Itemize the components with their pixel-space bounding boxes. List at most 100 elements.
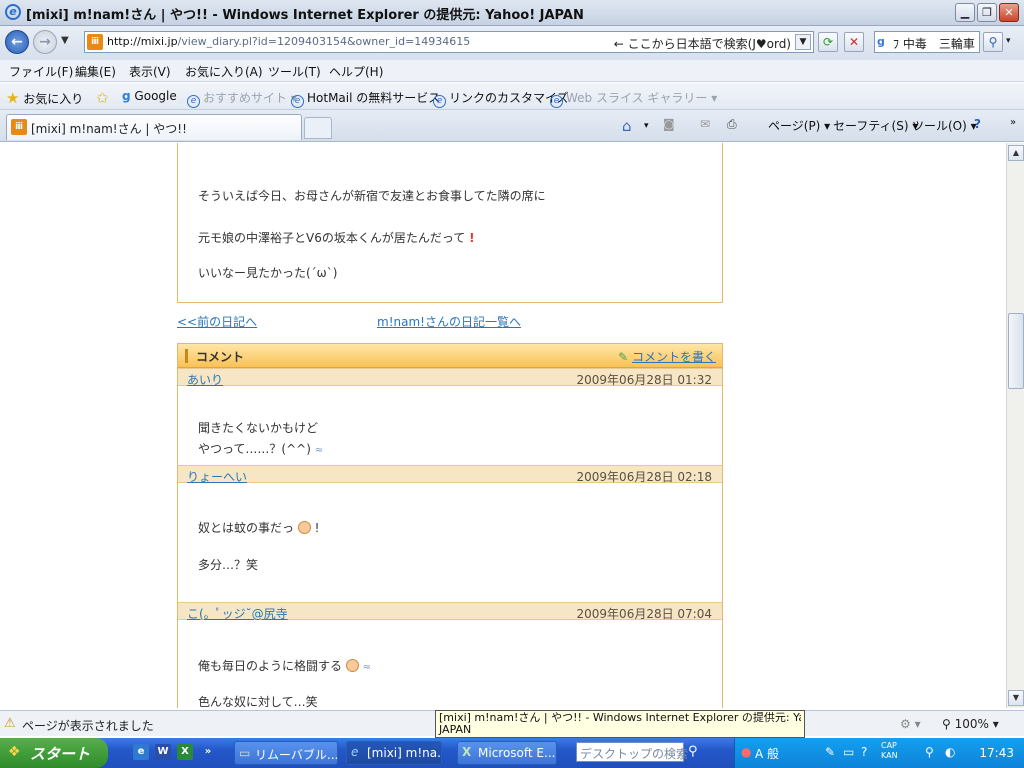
fav-webslice-label: Web スライス ギャラリー ▾ [566,91,718,105]
menu-edit[interactable]: 編集(E) [75,63,116,80]
new-tab-button[interactable] [304,117,332,139]
scroll-down-arrow-icon[interactable]: ▼ [1008,690,1024,706]
google-icon: g [877,35,885,48]
comment-header: りょーへい 2009年06月28日 02:18 [178,465,722,485]
taskbar-button-label: Microsoft E... [478,746,556,760]
header-accent-bar [185,349,188,363]
fav-google-label: Google [134,89,177,103]
status-text: ページが表示されました [22,719,154,733]
scroll-thumb[interactable] [1008,313,1024,389]
comments-header: コメント ✎ コメントを書く [178,344,722,368]
commenter-name-link[interactable]: こ(。ﾟッジ˘@尻寺 [187,605,288,622]
more-commands-icon[interactable]: » [1010,117,1016,128]
window-title-bar[interactable]: e [mixi] m!nam!さん | やつ!! - Windows Inter… [0,0,1024,26]
network-icon[interactable]: ⚲ [925,745,934,759]
comment-header: こ(。ﾟッジ˘@尻寺 2009年06月28日 07:04 [178,602,722,622]
address-url: http://mixi.jp/view_diary.pl?id=12094031… [107,35,471,48]
minimize-button[interactable]: ▁ [955,3,975,22]
scroll-up-arrow-icon[interactable]: ▲ [1008,145,1024,161]
safety-menu[interactable]: セーフティ(S) ▾ [833,117,918,134]
drive-icon: ▭ [239,746,251,760]
ie-page-icon: e [187,95,200,108]
fav-customize-links[interactable]: e リンクのカスタマイズ [433,89,569,108]
menu-help[interactable]: ヘルプ(H) [329,63,383,80]
diary-list-link[interactable]: m!nam!さんの日記一覧へ [377,313,521,330]
vertical-scrollbar[interactable]: ▲ ▼ [1006,143,1024,708]
ie-page-icon: e [550,95,563,108]
tab-label: [mixi] m!nam!さん | やつ!! [31,122,187,136]
ime-icon[interactable]: ● [741,745,751,759]
taskbar-button-excel[interactable]: X Microsoft E... [457,741,557,765]
write-comment-label: コメントを書く [631,350,716,364]
window-title: [mixi] m!nam!さん | やつ!! - Windows Interne… [26,8,584,23]
fav-web-slice-gallery[interactable]: e Web スライス ギャラリー ▾ [550,89,717,108]
menu-tools[interactable]: ツール(T) [268,63,321,80]
menu-file[interactable]: ファイル(F) [9,63,73,80]
search-options-dropdown[interactable]: ▾ [1006,36,1011,46]
prev-diary-link[interactable]: <<前の日記へ [177,313,257,330]
smile-emoji-icon [297,521,311,534]
protected-mode-icon[interactable]: ⚙ ▾ [900,717,921,731]
ie-quicklaunch-icon[interactable]: e [133,744,149,760]
warning-icon: ⚠ [4,716,16,731]
fav-google[interactable]: g Google [122,89,177,103]
comment-line-text: 俺も毎日のように格闘する [198,659,343,673]
stop-button[interactable]: ✕ [844,32,864,52]
recent-pages-dropdown[interactable]: ▼ [61,35,69,46]
restore-button[interactable]: ❐ [977,3,997,22]
address-bar[interactable]: ⅲ http://mixi.jp/view_diary.pl?id=120940… [84,31,814,53]
start-button[interactable]: ❖ スタート [0,738,108,768]
home-icon[interactable]: ⌂ [622,117,632,135]
help-tray-icon[interactable]: ? [861,745,867,759]
fav-hotmail[interactable]: e HotMail の無料サービス [291,89,440,108]
page-content[interactable]: そういえば今日、お母さんが新宿で友達とお食事してた隣の席に 元モ娘の中澤裕子とV… [0,143,1006,708]
word-quicklaunch-icon[interactable]: W [155,744,171,760]
jword-search-hint[interactable]: ← ここから日本語で検索(J♥ord) [614,35,791,52]
print-icon[interactable]: ⎙ [727,117,737,132]
more-quicklaunch-icon[interactable]: » [203,744,213,760]
menu-favorites[interactable]: お気に入り(A) [185,63,263,80]
comments-section: コメント ✎ コメントを書く あいり 2009年06月28日 01:32 聞きた… [177,343,723,708]
mail-icon[interactable]: ✉ [700,117,710,131]
desktop-search-icon[interactable]: ⚲ [688,744,698,759]
refresh-button[interactable]: ⟳ [818,32,838,52]
menu-view[interactable]: 表示(V) [129,63,171,80]
sweat-emoji-icon: ≈ [314,445,324,456]
comments-title: コメント [196,350,245,364]
keyboard-icon[interactable]: ▭ [843,745,854,759]
comment-line: 多分…？笑 [198,558,259,572]
fav-hotmail-label: HotMail の無料サービス [307,91,441,105]
commenter-name-link[interactable]: あいり [187,371,223,388]
home-dropdown[interactable]: ▾ [644,121,649,131]
address-dropdown-button[interactable]: ▼ [795,34,811,50]
tooltip-line: JAPAN [439,723,472,736]
diary-line: いいなー見たかった(´ω`) [198,266,338,280]
excel-quicklaunch-icon[interactable]: X [177,744,193,760]
ie-logo-icon: e [5,4,21,20]
tab-mixi[interactable]: ⅲ [mixi] m!nam!さん | やつ!! [6,114,302,140]
search-input[interactable]: g ﾌ 中毒 三輪車 [874,31,980,53]
close-button[interactable]: ✕ [999,3,1019,22]
feeds-icon[interactable]: ◙ [663,117,675,131]
zoom-control[interactable]: ⚲ 100% ▾ [942,717,999,731]
ie-page-icon: e [291,95,304,108]
commenter-name-link[interactable]: りょーへい [187,468,247,485]
fav-suggested-sites[interactable]: e おすすめサイト ▾ [187,89,297,108]
write-comment-button[interactable]: ✎ コメントを書く [618,348,716,365]
help-icon[interactable]: ? [974,117,981,131]
taskbar-button-mixi[interactable]: e [mixi] m!na... [346,741,442,765]
favorites-bar: ★ お気に入り ✩ g Google e おすすめサイト ▾ e HotMail の… [0,83,1024,110]
taskbar-button-removable[interactable]: ▭ リムーバブル... [234,741,338,765]
add-favorite-button[interactable]: ✩ [96,89,109,107]
back-button[interactable]: ← [5,30,29,54]
favorites-button[interactable]: ★ お気に入り [6,89,83,107]
volume-icon[interactable]: ◐ [945,745,955,759]
forward-button[interactable]: → [33,30,57,54]
search-button[interactable]: ⚲ [983,32,1003,52]
pen-icon[interactable]: ✎ [825,745,835,759]
clock: 17:43 [979,746,1014,760]
ime-mode[interactable]: A 般 [755,745,779,762]
desktop-search-input[interactable]: デスクトップの検索 [576,742,688,762]
tools-menu[interactable]: ツール(O) ▾ [912,117,977,134]
page-menu[interactable]: ページ(P) ▾ [768,117,830,134]
